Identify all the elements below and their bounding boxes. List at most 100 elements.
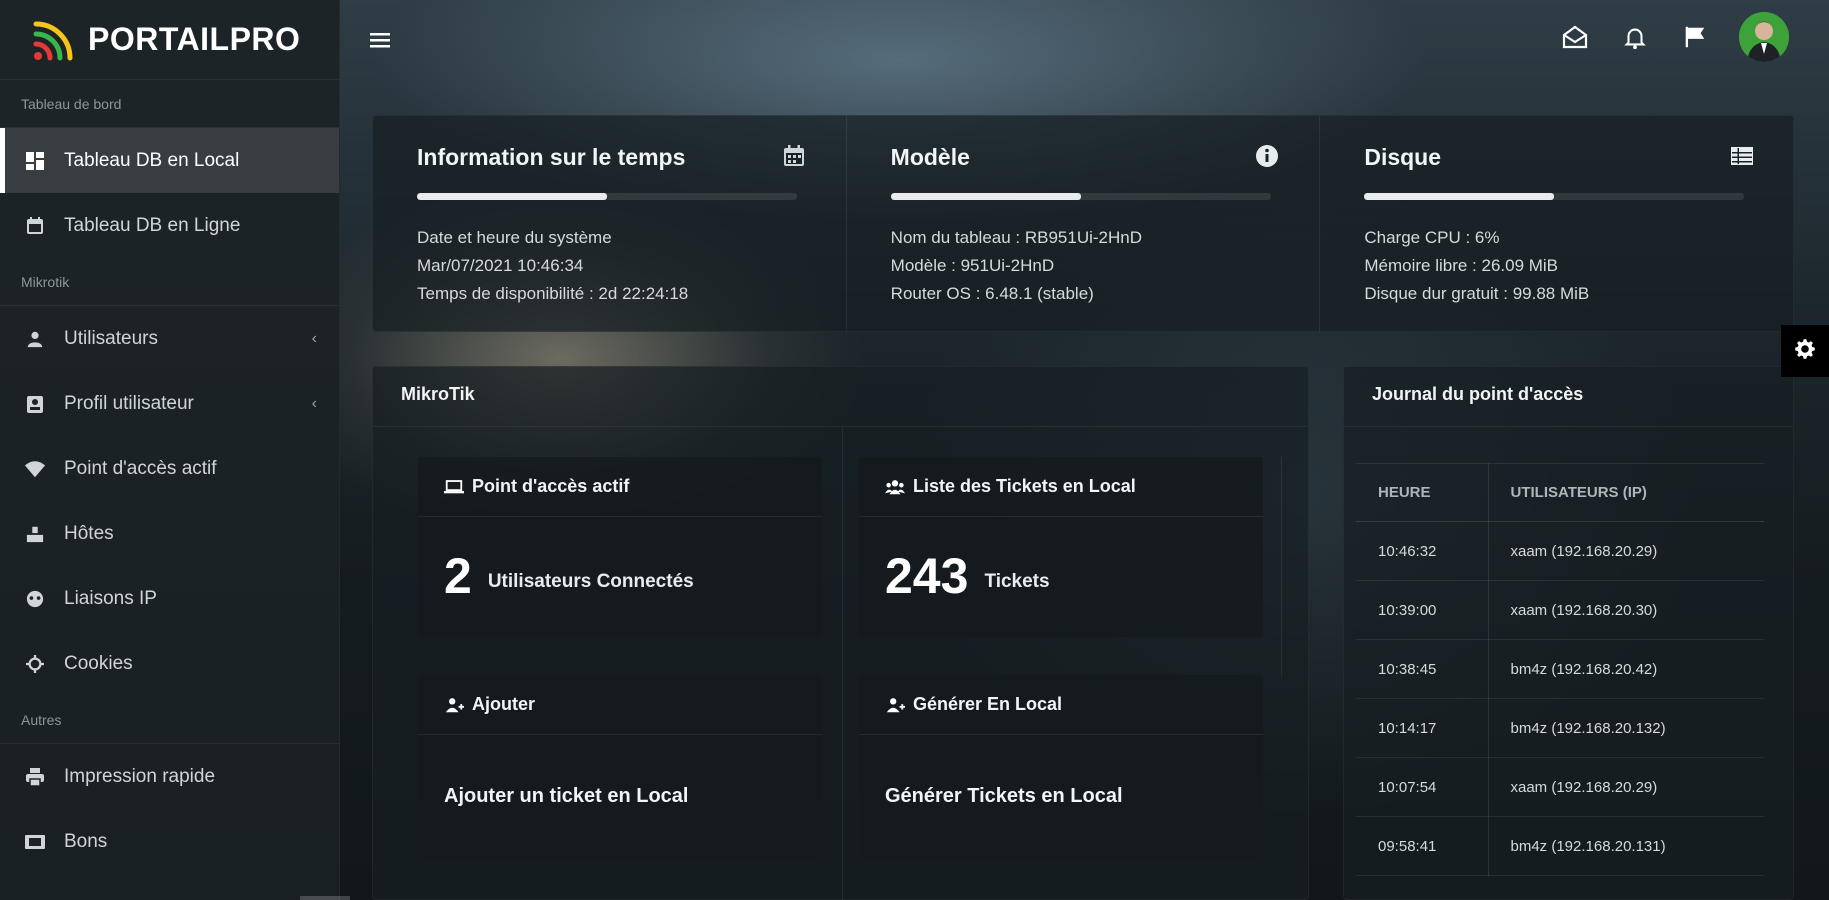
user-icon xyxy=(24,328,46,350)
table-row: 09:58:41 bm4z (192.168.20.131) xyxy=(1356,816,1764,876)
box-title: Ajouter xyxy=(472,694,535,714)
active-hotspot-box[interactable]: Point d'accès actif 2 Utilisateurs Conne… xyxy=(418,457,822,637)
cookie-icon xyxy=(24,653,46,675)
box-body: 2 Utilisateurs Connectés xyxy=(418,517,822,635)
info-line: Date et heure du système xyxy=(417,228,612,247)
box-body: 243 Tickets xyxy=(859,517,1263,635)
box-header: Générer En Local xyxy=(859,675,1263,735)
brand-name: PORTAILPRO xyxy=(88,21,301,57)
panel-title: MikroTik xyxy=(373,367,1308,427)
chevron-left-icon: ‹ xyxy=(311,394,317,412)
wifi-icon xyxy=(24,458,46,480)
hamburger-menu-icon[interactable] xyxy=(368,28,392,52)
user-plus-icon xyxy=(444,696,466,714)
info-line: Mémoire libre : 26.09 MiB xyxy=(1364,256,1559,275)
brand[interactable]: PORTAILPRO xyxy=(0,0,339,80)
info-line: Nom du tableau : RB951Ui-2HnD xyxy=(890,228,1143,247)
sidebar: PORTAILPRO Tableau de bord Tableau DB en… xyxy=(0,0,340,900)
column-header-users: UTILISATEURS (IP) xyxy=(1488,463,1764,522)
table-row: 10:38:45 bm4z (192.168.20.42) xyxy=(1356,639,1764,699)
mikrotik-panel: MikroTik Point d'accès actif 2 Utilisate… xyxy=(372,366,1309,900)
info-line: Disque dur gratuit : 99.88 MiB xyxy=(1364,284,1590,303)
card-lines: Nom du tableau : RB951Ui-2HnD Modèle : 9… xyxy=(891,224,1276,308)
cell-time: 10:39:00 xyxy=(1356,580,1489,640)
user-avatar[interactable] xyxy=(1739,12,1789,62)
add-ticket-box[interactable]: Ajouter Ajouter un ticket en Local xyxy=(418,675,822,859)
sidebar-item-label: Bons xyxy=(64,830,108,852)
sidebar-item-vouchers[interactable]: Bons xyxy=(0,809,339,874)
dashboard-icon xyxy=(24,150,46,172)
box-body: Générer Tickets en Local xyxy=(859,735,1263,857)
sidebar-item-label: Tableau DB en Ligne xyxy=(64,214,241,236)
chevron-left-icon: ‹ xyxy=(311,329,317,347)
generate-tickets-box[interactable]: Générer En Local Générer Tickets en Loca… xyxy=(859,675,1263,859)
active-users-count: 2 xyxy=(444,548,472,604)
section-title-mikrotik: Mikrotik xyxy=(0,258,339,306)
section-title-others: Autres xyxy=(0,696,339,744)
cell-user: bm4z (192.168.20.132) xyxy=(1488,698,1764,758)
add-ticket-link[interactable]: Ajouter un ticket en Local xyxy=(444,785,688,808)
gear-icon xyxy=(1792,336,1818,367)
sidebar-item-label: Profil utilisateur xyxy=(64,392,194,414)
settings-button[interactable] xyxy=(1781,325,1829,377)
info-line: Router OS : 6.48.1 (stable) xyxy=(890,284,1094,303)
tickets-count: 243 xyxy=(885,548,969,604)
info-line: Charge CPU : 6% xyxy=(1364,228,1500,247)
sidebar-item-users[interactable]: Utilisateurs ‹ xyxy=(0,306,339,371)
time-info-card: Information sur le temps Date et heure d… xyxy=(373,116,847,331)
flag-icon[interactable] xyxy=(1679,21,1711,53)
sidebar-item-hosts[interactable]: Hôtes xyxy=(0,501,339,566)
card-title: Information sur le temps xyxy=(417,144,686,170)
box-header: Liste des Tickets en Local xyxy=(859,457,1263,517)
divider xyxy=(1281,457,1282,677)
table-row: 10:39:00 xaam (192.168.20.30) xyxy=(1356,580,1764,640)
divider xyxy=(842,427,843,900)
table-row: 10:46:32 xaam (192.168.20.29) xyxy=(1356,521,1764,581)
sidebar-item-ip-bindings[interactable]: Liaisons IP xyxy=(0,566,339,631)
ticket-icon xyxy=(24,831,46,853)
sidebar-item-active-hotspot[interactable]: Point d'accès actif xyxy=(0,436,339,501)
info-line: Mar/07/2021 10:46:34 xyxy=(417,256,584,275)
calendar-icon xyxy=(24,215,46,237)
sidebar-item-label: Tableau DB en Local xyxy=(64,149,240,171)
box-body: Ajouter un ticket en Local xyxy=(418,735,822,857)
cell-time: 10:46:32 xyxy=(1356,521,1489,581)
info-circle-icon xyxy=(1255,144,1281,170)
column-header-time: HEURE xyxy=(1356,463,1489,522)
progress-bar xyxy=(890,193,1271,200)
hotspot-log-panel: Journal du point d'accès HEURE UTILISATE… xyxy=(1343,366,1794,900)
box-title: Générer En Local xyxy=(913,694,1063,714)
generate-tickets-link[interactable]: Générer Tickets en Local xyxy=(885,785,1123,808)
user-plus-icon xyxy=(885,696,907,714)
bell-icon[interactable] xyxy=(1619,21,1651,53)
sidebar-item-label: Utilisateurs xyxy=(64,327,158,349)
disk-info-card: Disque Charge CPU : 6% Mémoire libre : 2… xyxy=(1320,116,1793,331)
cell-user: xaam (192.168.20.29) xyxy=(1488,521,1764,581)
card-title: Modèle xyxy=(890,144,970,170)
wifi-signal-logo-icon xyxy=(32,18,76,62)
tickets-box[interactable]: Liste des Tickets en Local 243 Tickets xyxy=(859,457,1263,637)
card-lines: Date et heure du système Mar/07/2021 10:… xyxy=(417,224,802,308)
panel-title: Journal du point d'accès xyxy=(1344,367,1793,427)
laptop-icon xyxy=(444,478,466,496)
envelope-open-icon[interactable] xyxy=(1559,21,1591,53)
sidebar-item-cookies[interactable]: Cookies xyxy=(0,631,339,696)
cell-user: xaam (192.168.20.30) xyxy=(1488,580,1764,640)
table-row: 10:14:17 bm4z (192.168.20.132) xyxy=(1356,698,1764,758)
sidebar-item-user-profile[interactable]: Profil utilisateur ‹ xyxy=(0,371,339,436)
link-icon xyxy=(24,588,46,610)
sidebar-item-dashboard-local[interactable]: Tableau DB en Local xyxy=(0,128,339,193)
progress-bar xyxy=(1364,193,1745,200)
box-header: Point d'accès actif xyxy=(418,457,822,517)
sidebar-item-label: Impression rapide xyxy=(64,765,216,787)
id-card-icon xyxy=(24,393,46,415)
table-header-row: HEURE UTILISATEURS (IP) xyxy=(1356,463,1764,522)
sidebar-item-dashboard-online[interactable]: Tableau DB en Ligne xyxy=(0,193,339,258)
info-line: Temps de disponibilité : 2d 22:24:18 xyxy=(417,284,689,303)
horizontal-scrollbar[interactable] xyxy=(300,896,350,900)
hosts-icon xyxy=(24,523,46,545)
sidebar-item-label: Cookies xyxy=(64,652,133,674)
cell-time: 09:58:41 xyxy=(1356,816,1489,876)
box-title: Point d'accès actif xyxy=(472,476,630,496)
sidebar-item-quick-print[interactable]: Impression rapide xyxy=(0,744,339,809)
